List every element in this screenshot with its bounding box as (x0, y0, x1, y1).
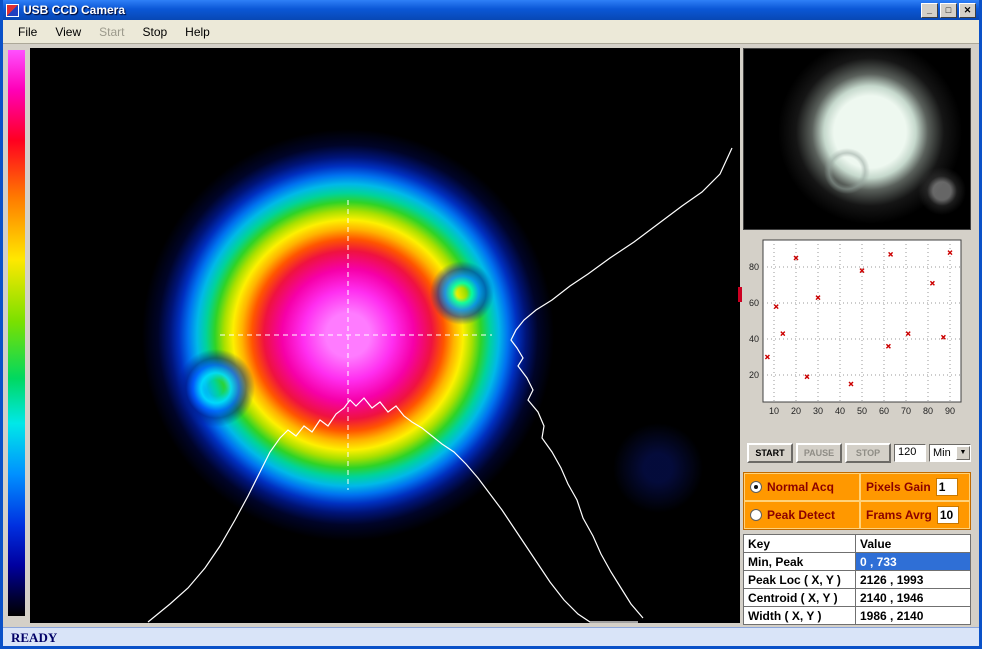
frams-avrg-label: Frams Avrg (866, 508, 932, 522)
start-button[interactable]: START (747, 443, 793, 463)
acquisition-controls: START PAUSE STOP 120 Min ▼ (743, 442, 971, 464)
row-key: Width ( X, Y ) (744, 607, 856, 625)
svg-text:80: 80 (749, 262, 759, 272)
red-edge-marker (738, 287, 742, 302)
title-bar[interactable]: USB CCD Camera _ □ ✕ (3, 0, 979, 20)
chevron-down-icon[interactable]: ▼ (956, 446, 970, 460)
grayscale-preview[interactable] (743, 48, 971, 230)
svg-text:80: 80 (923, 406, 933, 416)
frams-avrg-field: Frams Avrg 10 (860, 501, 970, 529)
svg-text:90: 90 (945, 406, 955, 416)
normal-acq-radio[interactable] (750, 481, 762, 493)
svg-text:50: 50 (857, 406, 867, 416)
table-row[interactable]: Peak Loc ( X, Y ) 2126 , 1993 (744, 571, 971, 589)
svg-text:40: 40 (749, 334, 759, 344)
frams-avrg-input[interactable]: 10 (937, 506, 959, 524)
scatter-plot: 10 20 30 40 50 60 70 80 90 20 40 60 80 (743, 235, 971, 438)
app-window: USB CCD Camera _ □ ✕ File View Start Sto… (0, 0, 982, 649)
peak-detect-option[interactable]: Peak Detect (744, 501, 860, 529)
menu-view[interactable]: View (46, 22, 90, 42)
interval-input[interactable]: 120 (894, 444, 926, 462)
intensity-colorbar (8, 50, 25, 616)
row-key: Centroid ( X, Y ) (744, 589, 856, 607)
menu-file[interactable]: File (9, 22, 46, 42)
key-column-header: Key (744, 535, 856, 553)
table-row[interactable]: Min, Peak 0 , 733 (744, 553, 971, 571)
row-value: 2126 , 1993 (856, 571, 971, 589)
menu-stop[interactable]: Stop (133, 22, 176, 42)
menu-start: Start (90, 22, 133, 42)
results-table: Key Value Min, Peak 0 , 733 Peak Loc ( X… (743, 534, 971, 625)
row-value: 1986 , 2140 (856, 607, 971, 625)
menu-bar: File View Start Stop Help (3, 20, 979, 44)
beam-image-canvas[interactable] (30, 48, 740, 623)
interval-unit-dropdown[interactable]: Min ▼ (929, 444, 971, 462)
status-text: READY (11, 630, 57, 646)
trend-scatter-chart[interactable]: 10 20 30 40 50 60 70 80 90 20 40 60 80 (743, 235, 971, 438)
svg-text:20: 20 (749, 370, 759, 380)
peak-detect-label: Peak Detect (767, 508, 835, 522)
table-header-row: Key Value (744, 535, 971, 553)
svg-text:60: 60 (879, 406, 889, 416)
interval-unit-value: Min (930, 447, 956, 459)
table-row[interactable]: Width ( X, Y ) 1986 , 2140 (744, 607, 971, 625)
maximize-button[interactable]: □ (940, 3, 957, 18)
normal-acq-option[interactable]: Normal Acq (744, 473, 860, 501)
table-row[interactable]: Centroid ( X, Y ) 2140 , 1946 (744, 589, 971, 607)
svg-text:20: 20 (791, 406, 801, 416)
right-panel: 10 20 30 40 50 60 70 80 90 20 40 60 80 START PAUSE S… (743, 48, 971, 626)
peak-detect-radio[interactable] (750, 509, 762, 521)
svg-text:30: 30 (813, 406, 823, 416)
pixels-gain-input[interactable]: 1 (936, 478, 958, 496)
pixels-gain-field: Pixels Gain 1 (860, 473, 970, 501)
minimize-button[interactable]: _ (921, 3, 938, 18)
close-button[interactable]: ✕ (959, 3, 976, 18)
status-bar: READY (3, 627, 979, 647)
app-icon (6, 4, 19, 17)
results-table-wrap: Key Value Min, Peak 0 , 733 Peak Loc ( X… (743, 534, 971, 625)
window-title: USB CCD Camera (23, 3, 921, 17)
pixels-gain-label: Pixels Gain (866, 480, 931, 494)
svg-text:40: 40 (835, 406, 845, 416)
profile-curve-vertical (511, 148, 732, 618)
svg-text:60: 60 (749, 298, 759, 308)
row-value: 2140 , 1946 (856, 589, 971, 607)
beam-overlay (30, 48, 740, 623)
normal-acq-label: Normal Acq (767, 480, 834, 494)
menu-help[interactable]: Help (176, 22, 219, 42)
svg-text:10: 10 (769, 406, 779, 416)
profile-curve-horizontal (148, 398, 638, 622)
acq-mode-panel: Normal Acq Pixels Gain 1 Peak Detect Fra… (743, 472, 971, 530)
svg-text:70: 70 (901, 406, 911, 416)
row-value-highlighted: 0 , 733 (856, 553, 971, 571)
row-key: Peak Loc ( X, Y ) (744, 571, 856, 589)
pause-button: PAUSE (796, 443, 842, 463)
row-key: Min, Peak (744, 553, 856, 571)
value-column-header: Value (856, 535, 971, 553)
stop-button: STOP (845, 443, 891, 463)
main-content: 10 20 30 40 50 60 70 80 90 20 40 60 80 START PAUSE S… (3, 44, 979, 627)
